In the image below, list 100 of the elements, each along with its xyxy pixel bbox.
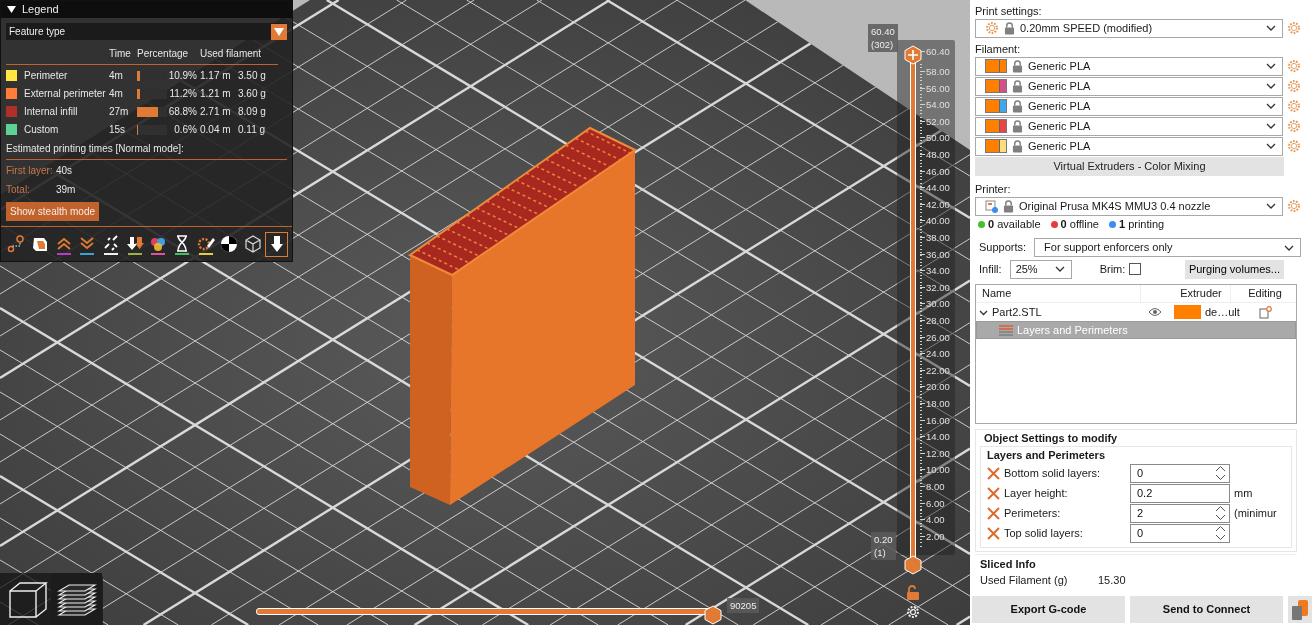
tick-label: 30.00 (920, 298, 950, 310)
feature-percentage: 10.9% (167, 69, 198, 83)
eye-icon[interactable] (1148, 307, 1162, 317)
section-title: Object Settings to modify (983, 431, 1119, 446)
estimate-label: First layer: (6, 164, 54, 178)
field-label: Filament: (975, 42, 1022, 56)
supports-dropdown[interactable]: For support enforcers only (1034, 238, 1301, 257)
feature-time: 27m (109, 105, 130, 119)
column-header: Percentage (137, 46, 200, 65)
filament-weight: 3.50 g (238, 69, 267, 83)
tick-label: 44.00 (920, 182, 950, 194)
remove-icon[interactable] (987, 526, 1000, 540)
field-label: Perimeters: (1004, 505, 1062, 521)
feature-time: 4m (109, 69, 124, 83)
column-header: Time (109, 46, 137, 65)
column-header: Extruder (1166, 285, 1231, 302)
collapse-triangle-icon (6, 4, 17, 15)
filament-length: 2.71 m (200, 105, 232, 119)
remove-icon[interactable] (987, 466, 1000, 480)
legend-header[interactable]: Legend (1, 1, 292, 18)
field-label: Infill: (978, 261, 1003, 277)
padlock-icon (1012, 79, 1023, 93)
chevron-down-icon (1054, 266, 1065, 272)
number-field[interactable]: 2 (1130, 503, 1230, 523)
tick-label: 10.00 (920, 464, 950, 476)
info-value: 15.30 (1098, 573, 1126, 589)
action-button[interactable]: Send to Connect (1130, 596, 1283, 623)
edit-icon[interactable] (1259, 305, 1272, 319)
device-tab-icon[interactable] (1288, 596, 1312, 623)
filament-length: 1.21 m (200, 87, 232, 101)
object-name: Layers and Perimeters (1017, 322, 1128, 338)
extruder-name: de…ult (1205, 304, 1241, 320)
field-label: Top solid layers: (1004, 525, 1084, 541)
brim-checkbox[interactable] (1129, 263, 1142, 275)
printer-status-text: 1 printing (1118, 217, 1165, 233)
tick-label: 54.00 (920, 99, 950, 111)
chevron-down-icon (1266, 103, 1276, 109)
chevron-down-icon (1266, 123, 1276, 129)
chevron-down-icon (1266, 83, 1276, 89)
spinner-arrows-icon[interactable] (1215, 504, 1226, 521)
printer-dropdown[interactable]: Original Prusa MK4S MMU3 0.4 nozzle (975, 196, 1283, 216)
remove-icon[interactable] (987, 506, 1000, 520)
padlock-icon (1004, 21, 1015, 35)
chevron-down-icon (1266, 25, 1276, 31)
layer-height-label: 0.20 (1) (871, 532, 896, 560)
padlock-icon (1003, 199, 1014, 213)
extruder-swatch (1174, 305, 1201, 319)
remove-icon[interactable] (987, 486, 1000, 500)
estimate-value: 40s (56, 164, 74, 178)
number-field[interactable]: 0 (1130, 463, 1230, 483)
padlock-icon (1012, 119, 1023, 133)
view-type-dropdown[interactable]: Feature type (6, 23, 287, 40)
action-button[interactable]: Export G-code (972, 596, 1125, 623)
infill-dropdown[interactable]: 25% (1009, 259, 1072, 279)
printer-icon (985, 199, 998, 213)
filament-dropdown[interactable]: Generic PLA (975, 136, 1283, 156)
estimate-label: Total: (6, 183, 31, 197)
text-field[interactable]: 0.2 (1130, 483, 1230, 503)
filament-weight: 8.09 g (238, 105, 267, 119)
filament-dropdown[interactable]: Generic PLA (975, 76, 1283, 96)
field-label: Brim: (1099, 261, 1126, 277)
filament-dropdown[interactable]: Generic PLA (975, 116, 1283, 136)
print-settings-dropdown[interactable]: 0.20mm SPEED (modified) (975, 18, 1283, 38)
filament-length: 0.04 m (200, 123, 232, 137)
spinner-arrows-icon[interactable] (1215, 524, 1226, 541)
feature-name: External perimeter (24, 87, 107, 101)
field-label: Bottom solid layers: (1004, 465, 1101, 481)
tree-row[interactable]: Part2.STL de…ult (976, 303, 1296, 321)
stealth-mode-button[interactable]: Show stealth mode (6, 202, 100, 221)
feature-name: Custom (24, 123, 60, 137)
filament-dropdown[interactable]: Generic PLA (975, 96, 1283, 116)
object-name: Part2.STL (992, 304, 1043, 320)
padlock-icon (1012, 139, 1023, 153)
field-label: Supports: (978, 240, 1028, 256)
column-header: Editing (1247, 286, 1283, 302)
layer-height-label: 60.40 (302) (868, 24, 898, 52)
feature-percentage: 11.2% (168, 87, 198, 101)
padlock-icon (1012, 99, 1023, 113)
tick-label: 40.00 (920, 215, 950, 227)
layer-stack-icon[interactable] (51, 573, 102, 625)
spinner-arrows-icon[interactable] (1215, 464, 1226, 481)
tick-label: 4.00 (920, 514, 945, 526)
info-label: Used Filament (g) (980, 573, 1069, 589)
purging-volumes-button[interactable]: Purging volumes... (1184, 259, 1284, 279)
color-mixing-button[interactable]: Virtual Extruders - Color Mixing (975, 157, 1284, 176)
tick-label: 20.00 (920, 381, 950, 393)
filament-weight: 0.11 g (238, 123, 267, 137)
filament-dropdown[interactable]: Generic PLA (975, 56, 1283, 76)
number-field[interactable]: 0 (1130, 523, 1230, 543)
feature-name: Perimeter (24, 69, 69, 83)
column-header: Name (976, 285, 1141, 302)
feature-percentage: 68.8% (167, 105, 198, 119)
chevron-down-icon (1284, 244, 1294, 251)
estimate-title: Estimated printing times [Normal mode]: (6, 143, 184, 154)
down-arrow-icon[interactable] (266, 233, 288, 256)
chevron-down-icon (1266, 143, 1276, 149)
filament-length: 1.17 m (200, 69, 232, 83)
unlocked-padlock-icon[interactable] (906, 585, 920, 600)
printer-status-text: 0 offline (1060, 217, 1099, 233)
unit-label: mm (1234, 485, 1253, 501)
